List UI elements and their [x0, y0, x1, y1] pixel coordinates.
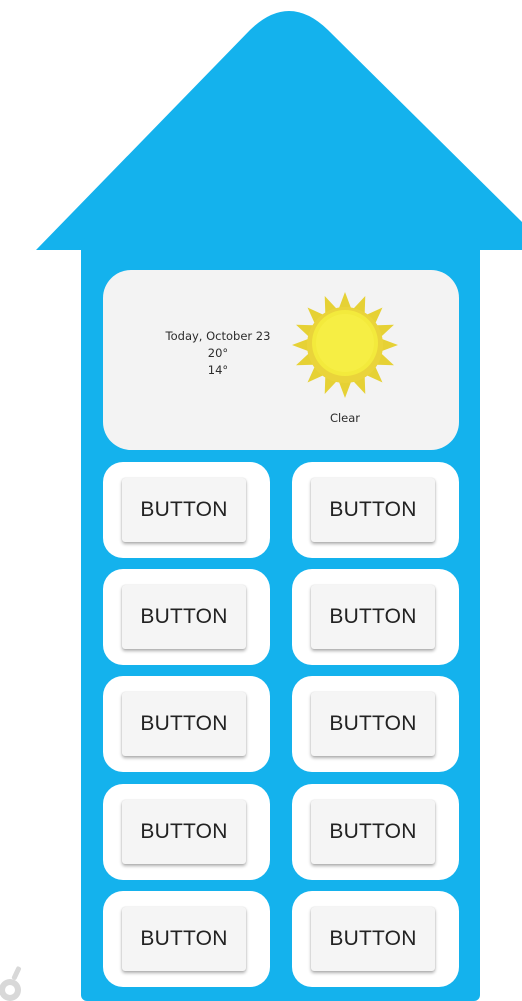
button-cell: BUTTON: [103, 676, 270, 772]
button-cell: BUTTON: [292, 676, 459, 772]
weather-low-temp: 14°: [207, 363, 229, 377]
weather-date: Today, October 23: [165, 329, 271, 343]
grid-button-1[interactable]: BUTTON: [122, 478, 246, 542]
sun-icon: [292, 292, 398, 398]
grid-button-5[interactable]: BUTTON: [122, 692, 246, 756]
button-cell: BUTTON: [292, 462, 459, 558]
grid-button-8[interactable]: BUTTON: [311, 800, 435, 864]
button-cell: BUTTON: [103, 891, 270, 987]
weather-high-temp: 20°: [207, 346, 229, 360]
grid-button-7[interactable]: BUTTON: [122, 800, 246, 864]
weather-condition: Clear: [329, 411, 361, 425]
button-cell: BUTTON: [292, 784, 459, 880]
grid-button-2[interactable]: BUTTON: [311, 478, 435, 542]
corner-logo-icon: [0, 966, 22, 1001]
weather-info: Today, October 23 20° 14°: [143, 328, 293, 379]
house-roof: [36, 11, 522, 250]
grid-button-10[interactable]: BUTTON: [311, 907, 435, 971]
grid-button-4[interactable]: BUTTON: [311, 585, 435, 649]
grid-button-3[interactable]: BUTTON: [122, 585, 246, 649]
grid-button-6[interactable]: BUTTON: [311, 692, 435, 756]
weather-card: Today, October 23 20° 14° Clear: [103, 270, 459, 450]
button-cell: BUTTON: [103, 784, 270, 880]
button-cell: BUTTON: [103, 569, 270, 665]
button-cell: BUTTON: [292, 569, 459, 665]
grid-button-9[interactable]: BUTTON: [122, 907, 246, 971]
button-cell: BUTTON: [292, 891, 459, 987]
button-cell: BUTTON: [103, 462, 270, 558]
app-screen: Today, October 23 20° 14° Clear BUTTON B…: [0, 0, 522, 1001]
